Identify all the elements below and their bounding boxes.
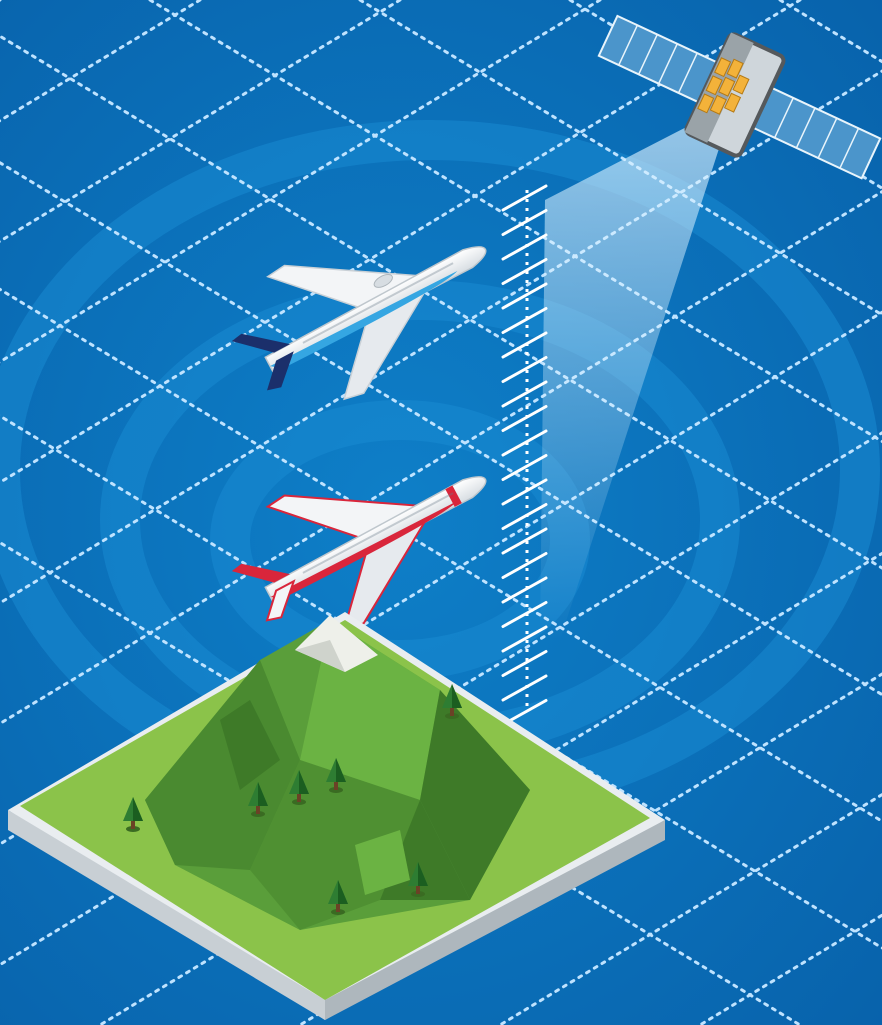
aviation-altitude-illustration [0, 0, 882, 1025]
